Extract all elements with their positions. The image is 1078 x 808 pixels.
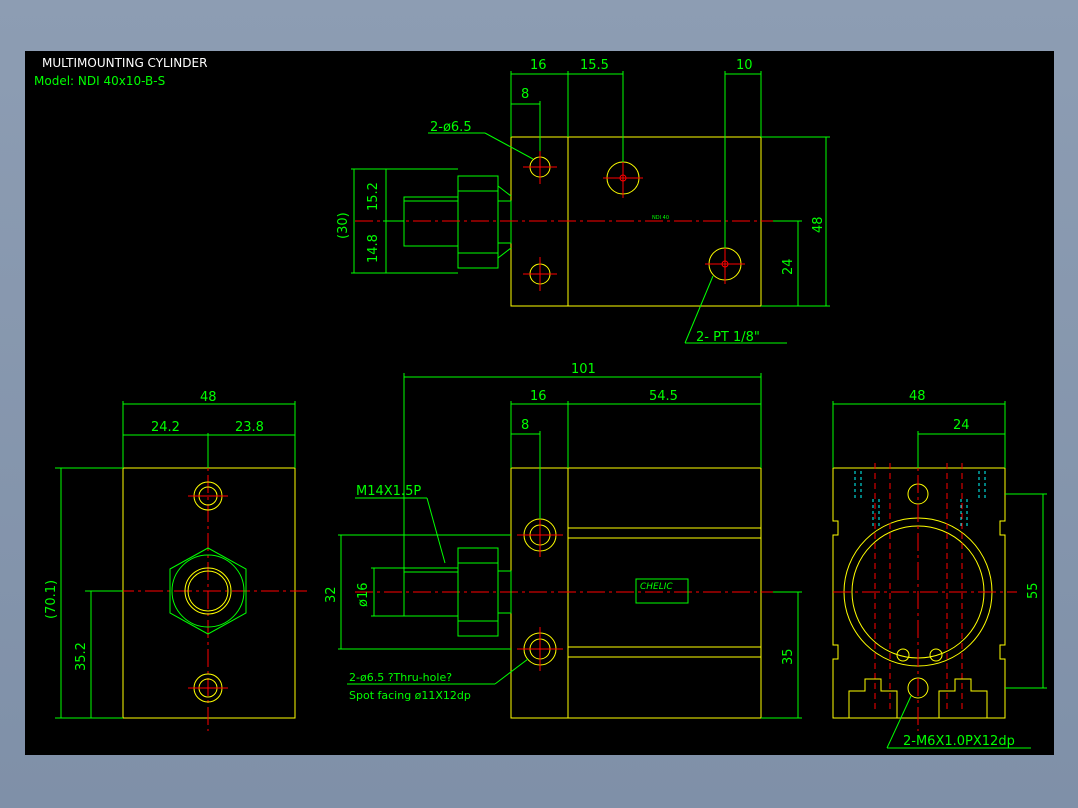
right-end-view: 48 24 55 2-M6X1.0PX12dp xyxy=(832,389,1047,749)
top-callout-holes: 2-ø6.5 xyxy=(430,120,472,135)
left-dim-24-2: 24.2 xyxy=(151,420,180,435)
cad-drawing-canvas: MULTIMOUNTING CYLINDER Model: NDI 40x10-… xyxy=(25,51,1054,755)
front-dim-54-5: 54.5 xyxy=(649,389,678,404)
top-dim-16: 16 xyxy=(530,58,547,73)
top-dim-15-5: 15.5 xyxy=(580,58,609,73)
top-view: NDI 40 16 15.5 10 8 15.2 14.8 (30) 48 24… xyxy=(336,58,830,345)
front-view: CHELIC 101 16 54.5 8 32 ø16 35 M14X1.5P xyxy=(324,362,802,719)
front-callout-thread: M14X1.5P xyxy=(356,484,421,499)
top-dim-48: 48 xyxy=(811,216,826,233)
right-dim-55: 55 xyxy=(1026,582,1041,599)
top-dim-14-8: 14.8 xyxy=(366,234,381,263)
front-dim-8: 8 xyxy=(521,418,529,433)
left-dim-23-8: 23.8 xyxy=(235,420,264,435)
right-dim-48: 48 xyxy=(909,389,926,404)
front-dim-101: 101 xyxy=(571,362,596,377)
top-label: NDI 40 xyxy=(652,215,669,221)
left-dim-35-2: 35.2 xyxy=(74,642,89,671)
right-callout-tap: 2-M6X1.0PX12dp xyxy=(903,734,1015,749)
front-dim-35: 35 xyxy=(781,648,796,665)
front-brand: CHELIC xyxy=(640,582,673,592)
right-dim-24: 24 xyxy=(953,418,970,433)
top-dim-15-2: 15.2 xyxy=(366,182,381,211)
left-end-view: 48 24.2 23.8 (70.1) 35.2 xyxy=(44,390,307,731)
title-line2: Model: NDI 40x10-B-S xyxy=(34,74,165,88)
top-dim-10: 10 xyxy=(736,58,753,73)
front-dim-32: 32 xyxy=(324,586,339,603)
front-callout-spot: Spot facing ø11X12dp xyxy=(349,689,471,702)
drawing-svg: MULTIMOUNTING CYLINDER Model: NDI 40x10-… xyxy=(34,56,1047,749)
front-dim-16-dia: ø16 xyxy=(356,583,371,608)
title-line1: MULTIMOUNTING CYLINDER xyxy=(42,56,207,70)
top-dim-24: 24 xyxy=(781,258,796,275)
top-dim-8: 8 xyxy=(521,87,529,102)
left-dim-70-1: (70.1) xyxy=(44,580,59,619)
top-callout-ports: 2- PT 1/8" xyxy=(696,330,760,345)
left-dim-48: 48 xyxy=(200,390,217,405)
front-dim-16: 16 xyxy=(530,389,547,404)
app-window: MULTIMOUNTING CYLINDER Model: NDI 40x10-… xyxy=(0,0,1078,808)
top-dim-30: (30) xyxy=(336,212,351,239)
front-callout-holes: 2-ø6.5 ?Thru-hole? xyxy=(349,671,452,684)
